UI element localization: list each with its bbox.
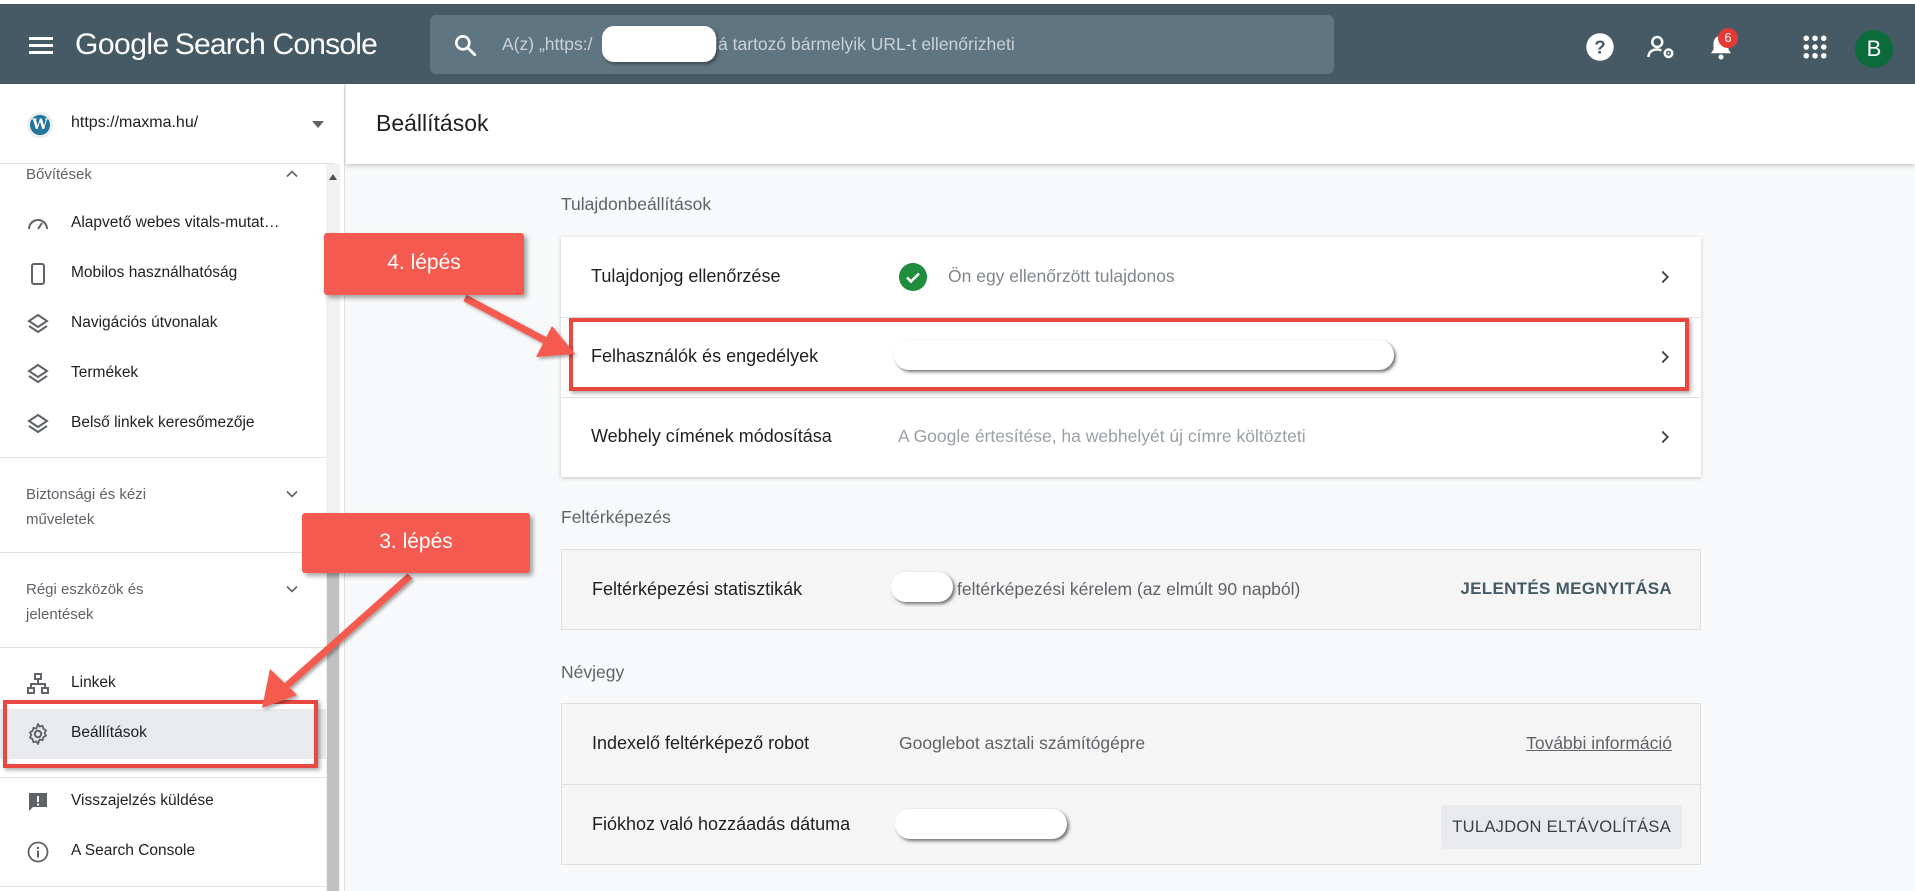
row-change-of-address[interactable]: Webhely címének módosítása A Google érte…	[561, 397, 1701, 477]
sidebar-item-feedback[interactable]: Visszajelzés küldése	[0, 777, 326, 827]
about-card: Indexelő feltérképező robot Googlebot as…	[561, 703, 1702, 865]
sidebar-item-about[interactable]: A Search Console	[0, 827, 326, 877]
property-url: https://maxma.hu/	[71, 114, 199, 131]
row-label: Webhely címének módosítása	[591, 426, 832, 446]
top-app-bar: Google Search Console A(z) „https:/ alá ta…	[0, 0, 1915, 84]
feedback-icon	[29, 793, 47, 811]
row-value: Googlebot asztali számítógépre	[899, 733, 1146, 753]
row-value: A Google értesítése, ha webhelyét új cím…	[898, 426, 1306, 446]
chevron-right-icon[interactable]	[1654, 426, 1676, 448]
scrollbar-thumb[interactable]	[327, 528, 339, 891]
crawling-card: Feltérképezési statisztikák feltérképezé…	[561, 549, 1701, 630]
speed-icon	[28, 219, 48, 230]
divider	[0, 552, 326, 553]
sidebar-item-sitelinks-searchbox[interactable]: Belső linkek keresőmezője	[0, 399, 326, 449]
row-ownership-verification[interactable]: Tulajdonjog ellenőrzése Ön egy ellenőrzö…	[561, 237, 1701, 317]
section-header-legacy[interactable]: Régi eszközök és jelentések	[26, 577, 186, 627]
sidebar-item-label: Alapvető webes vitals-mutat…	[71, 214, 280, 231]
divider	[0, 457, 326, 458]
page-title: Beállítások	[376, 110, 489, 136]
sidebar-item-label: Termékek	[71, 364, 139, 381]
callout-step-4: 4. lépés	[324, 233, 524, 295]
arrow-step4-shaft	[463, 294, 550, 346]
row-label: Indexelő feltérképező robot	[592, 733, 810, 753]
app-logo[interactable]: Google Search Console	[75, 28, 378, 62]
svg-text:?: ?	[1594, 36, 1605, 57]
search-placeholder-prefix: A(z) „https:/	[502, 34, 593, 54]
chevron-up-icon[interactable]	[282, 164, 302, 184]
sidebar-item-label: Visszajelzés küldése	[71, 792, 214, 809]
hamburger-menu-icon[interactable]	[24, 34, 58, 64]
wordpress-icon: W	[27, 112, 53, 138]
sidebar-item-label: Mobilos használhatóság	[71, 264, 238, 281]
row-value: Ön egy ellenőrzött tulajdonos	[948, 266, 1175, 286]
section-header-extensions[interactable]: Bővítések	[26, 162, 92, 187]
sidebar-item-label: A Search Console	[71, 842, 196, 859]
scroll-up-arrow-icon[interactable]	[329, 174, 337, 180]
redacted-count	[891, 572, 953, 602]
sidebar-item-label: Navigációs útvonalak	[71, 314, 218, 331]
search-placeholder-suffix: alá tartozó bármelyik URL-t ellenőrizhet…	[704, 34, 1015, 54]
dropdown-caret-icon	[312, 121, 324, 128]
row-label: Tulajdonjog ellenőrzése	[591, 266, 781, 286]
sitemap-icon	[27, 673, 49, 694]
sidebar-item-core-web-vitals[interactable]: Alapvető webes vitals-mutat…	[0, 199, 326, 249]
apps-grid-icon[interactable]	[1800, 32, 1830, 62]
sidebar-item-label: Linkek	[71, 674, 116, 691]
highlight-settings-item	[3, 700, 318, 768]
property-selector[interactable]: W https://maxma.hu/	[0, 84, 335, 164]
row-indexing-crawler: Indexelő feltérképező robot Googlebot as…	[562, 704, 1702, 784]
section-header-security[interactable]: Biztonsági és kézi műveletek	[26, 482, 206, 532]
sidebar-item-mobile-usability[interactable]: Mobilos használhatóság	[0, 249, 326, 299]
highlight-users-permissions	[569, 318, 1689, 391]
chevron-down-icon[interactable]	[282, 579, 302, 599]
group-title-crawling: Feltérképezés	[561, 507, 671, 527]
phone-icon	[31, 263, 45, 285]
search-placeholder[interactable]: A(z) „https:/ alá tartozó bármelyik URL-t…	[502, 34, 1015, 55]
help-icon[interactable]: ?	[1585, 32, 1615, 62]
chevron-right-icon[interactable]	[1654, 266, 1676, 288]
info-icon	[27, 841, 49, 863]
sidebar-item-label: Belső linkek keresőmezője	[71, 414, 255, 431]
check-circle-icon	[899, 263, 927, 291]
sidebar: W https://maxma.hu/ Bővítések Alapvető w…	[0, 84, 345, 891]
layers-icon	[27, 363, 49, 384]
group-title-about: Névjegy	[561, 662, 625, 682]
group-title-property: Tulajdonbeállítások	[561, 194, 712, 214]
sidebar-item-products[interactable]: Termékek	[0, 349, 326, 399]
search-icon	[455, 35, 477, 57]
page-header: Beállítások	[346, 84, 1915, 164]
logo-google-text: Google	[75, 28, 169, 61]
divider	[0, 647, 326, 648]
row-crawl-stats: Feltérképezési statisztikák feltérképezé…	[562, 550, 1702, 630]
redacted-url	[602, 26, 716, 62]
user-settings-icon[interactable]	[1646, 32, 1676, 62]
row-label: Feltérképezési statisztikák	[592, 579, 803, 599]
remove-property-button[interactable]: TULAJDON ELTÁVOLÍTÁSA	[1441, 805, 1682, 849]
redacted-date	[895, 809, 1067, 839]
logo-product-text: Search Console	[174, 28, 378, 61]
row-label: Fiókhoz való hozzáadás dátuma	[592, 814, 851, 834]
divider	[0, 886, 326, 887]
learn-more-link[interactable]: További információ	[1526, 733, 1672, 754]
layers-icon	[27, 413, 49, 434]
notification-count-badge: 6	[1718, 28, 1738, 48]
url-inspection-search[interactable]: A(z) „https:/ alá tartozó bármelyik URL-t…	[430, 15, 1334, 74]
callout-step-3: 3. lépés	[302, 513, 530, 573]
sidebar-item-breadcrumbs[interactable]: Navigációs útvonalak	[0, 299, 326, 349]
row-value: feltérképezési kérelem (az elmúlt 90 nap…	[957, 579, 1301, 599]
chevron-down-icon[interactable]	[282, 484, 302, 504]
account-avatar[interactable]: B	[1855, 30, 1893, 68]
open-report-button[interactable]: JELENTÉS MEGNYITÁSA	[1460, 579, 1672, 599]
row-date-added: Fiókhoz való hozzáadás dátuma TULAJDON E…	[562, 785, 1702, 865]
layers-icon	[27, 313, 49, 334]
